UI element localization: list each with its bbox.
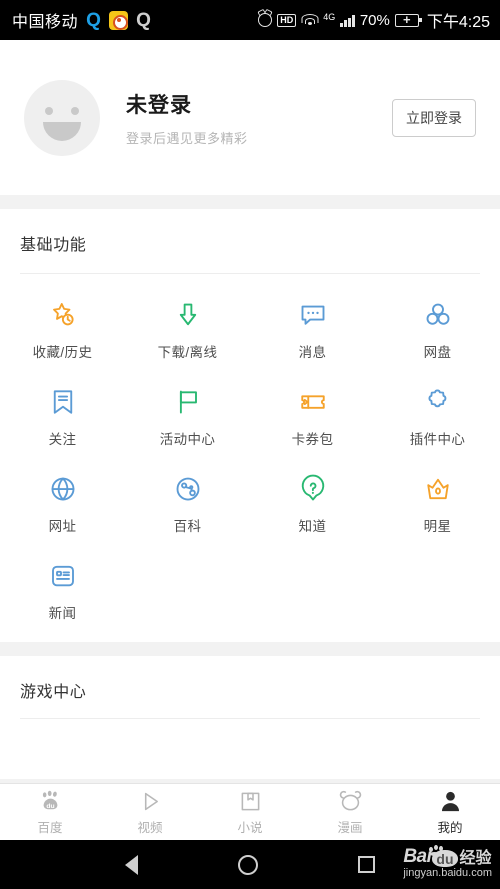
basic-item-插件中心[interactable]: 插件中心 [375,367,500,454]
basic-item-活动中心[interactable]: 活动中心 [125,367,250,454]
basic-item-新闻[interactable]: 新闻 [0,541,125,628]
status-bar: 中国移动 HD 4G 70% + 下午4:25 [0,0,500,40]
basic-functions-title: 基础功能 [20,237,87,254]
basic-functions-section: 基础功能 收藏/历史 下载/离线 消息 网盘 关注 活动中心 卡券包 插件中心 网址 [0,209,500,642]
login-button[interactable]: 立即登录 [392,98,476,137]
basic-item-label: 网址 [48,519,77,534]
tab-label: 百度 [37,820,63,835]
smiley-avatar-icon[interactable] [24,79,100,156]
qq-icon [84,11,103,30]
tab-漫画[interactable]: 漫画 [300,784,400,840]
game-center-title: 游戏中心 [20,684,87,701]
play-icon [138,789,163,814]
battery-percent-label: 70% [359,11,390,29]
question-mark-icon [298,472,328,506]
person-icon [438,789,463,814]
basic-item-label: 插件中心 [409,432,466,447]
tab-百度[interactable]: du 百度 [0,784,100,840]
basic-item-label: 明星 [423,519,452,534]
watermark-du: du [432,850,458,867]
watermark: Bai du 经验 jingyan.baidu.com [403,844,492,879]
tab-视频[interactable]: 视频 [100,784,200,840]
profile-text: 未登录 登录后遇见更多精彩 [126,89,392,147]
basic-item-label: 关注 [48,432,77,447]
basic-item-label: 消息 [298,345,327,360]
basic-item-百科[interactable]: 百科 [125,454,250,541]
carrier-label: 中国移动 [12,14,79,31]
profile-header: 未登录 登录后遇见更多精彩 立即登录 [0,40,500,195]
chat-bubble-icon [298,298,328,332]
news-card-icon [48,559,78,593]
ticket-icon [298,385,328,419]
profile-name: 未登录 [126,93,192,117]
basic-item-收藏/历史[interactable]: 收藏/历史 [0,280,125,367]
tab-label: 小说 [237,820,263,835]
planet-icon [173,472,203,506]
baidu-paw-icon: du [38,789,63,814]
profile-subtitle: 登录后遇见更多精彩 [126,130,248,146]
flag-icon [173,385,203,419]
tab-我的[interactable]: 我的 [400,784,500,840]
cloud-disk-icon [423,298,453,332]
basic-item-label: 新闻 [48,606,77,621]
game-center-section: 游戏中心 [0,656,500,779]
basic-item-消息[interactable]: 消息 [250,280,375,367]
basic-item-卡券包[interactable]: 卡券包 [250,367,375,454]
svg-text:du: du [46,802,54,809]
download-arrow-icon [173,298,203,332]
tab-label: 我的 [437,820,463,835]
basic-item-label: 网盘 [423,345,452,360]
watermark-suffix: 经验 [459,850,492,867]
basic-item-label: 收藏/历史 [32,345,93,360]
basic-item-明星[interactable]: 明星 [375,454,500,541]
tab-label: 视频 [137,820,163,835]
basic-item-label: 活动中心 [159,432,216,447]
qq-grey-icon [134,11,153,30]
hd-icon: HD [277,13,297,27]
tab-label: 漫画 [337,820,363,835]
book-icon [238,789,263,814]
basic-item-下载/离线[interactable]: 下载/离线 [125,280,250,367]
watermark-url: jingyan.baidu.com [403,867,492,879]
recents-square-icon[interactable] [358,856,375,873]
status-bar-right: HD 4G 70% + 下午4:25 [258,8,490,32]
signal-bars-icon [340,14,355,27]
scroll-content[interactable]: 未登录 登录后遇见更多精彩 立即登录 基础功能 收藏/历史 下载/离线 消息 网盘 [0,40,500,783]
home-circle-icon[interactable] [238,854,258,875]
star-clock-icon [48,298,78,332]
android-nav-bar: Bai du 经验 jingyan.baidu.com [0,840,500,889]
bottom-tab-bar: du 百度 视频 小说 漫画 我的 [0,783,500,840]
basic-functions-grid: 收藏/历史 下载/离线 消息 网盘 关注 活动中心 卡券包 插件中心 网址 百科… [0,274,500,642]
basic-item-知道[interactable]: 知道 [250,454,375,541]
phone-screen: 中国移动 HD 4G 70% + 下午4:25 未登录 登录 [0,0,500,889]
paw-icon [428,845,446,856]
basic-item-label: 知道 [298,519,327,534]
bear-face-icon [338,789,363,814]
bookmark-icon [48,385,78,419]
basic-item-label: 百科 [173,519,202,534]
watermark-brand: Bai [403,846,432,867]
weibo-icon [109,10,129,30]
tab-小说[interactable]: 小说 [200,784,300,840]
battery-charging-icon: + [394,13,422,27]
crown-icon [423,472,453,506]
section-gap-2 [0,642,500,656]
basic-item-网址[interactable]: 网址 [0,454,125,541]
basic-item-label: 下载/离线 [157,345,218,360]
wifi-icon [301,13,319,27]
status-bar-left: 中国移动 [12,8,153,32]
basic-item-label: 卡券包 [291,432,334,447]
alarm-icon [258,13,273,27]
section-gap [0,195,500,209]
back-triangle-icon[interactable] [125,854,138,875]
clock-label: 下午4:25 [426,14,490,31]
network-type-label: 4G [323,12,336,22]
basic-item-关注[interactable]: 关注 [0,367,125,454]
puzzle-piece-icon [423,385,453,419]
basic-item-网盘[interactable]: 网盘 [375,280,500,367]
globe-icon [48,472,78,506]
